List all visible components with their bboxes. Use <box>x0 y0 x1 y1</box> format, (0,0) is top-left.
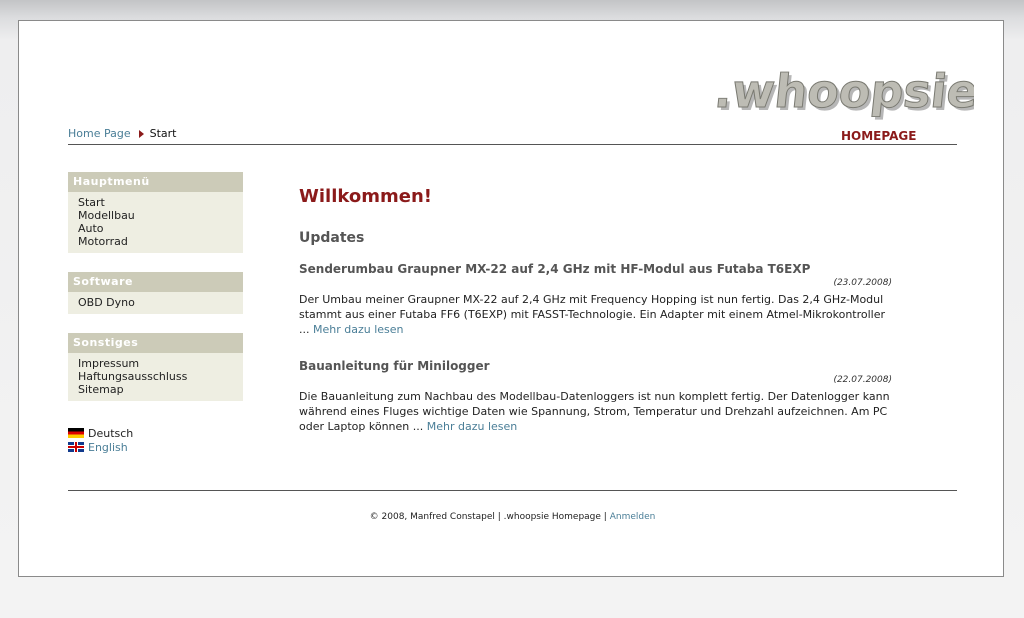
uk-flag-icon[interactable] <box>68 442 84 452</box>
breadcrumb-arrow-icon <box>138 129 144 138</box>
breadcrumb-current: Start <box>149 127 177 140</box>
misc-menu: Sonstiges Impressum Haftungsausschluss S… <box>68 333 243 401</box>
news-text: Die Bauanleitung zum Nachbau des Modellb… <box>299 389 892 434</box>
language-english-link[interactable]: English <box>88 441 128 454</box>
menu-item-modellbau[interactable]: Modellbau <box>78 209 243 222</box>
page-frame: .whoopsie .whoopsie HOMEPAGE Home Page S… <box>18 20 1004 577</box>
main-menu: Hauptmenü Start Modellbau Auto Motorrad <box>68 172 243 253</box>
menu-item-haftungsausschluss[interactable]: Haftungsausschluss <box>78 370 243 383</box>
software-menu: Software OBD Dyno <box>68 272 243 314</box>
news-body: Die Bauanleitung zum Nachbau des Modellb… <box>299 390 890 433</box>
logo-text-main: .whoopsie <box>714 64 974 118</box>
menu-item-sitemap[interactable]: Sitemap <box>78 383 243 396</box>
menu-item-auto[interactable]: Auto <box>78 222 243 235</box>
footer-divider <box>68 490 957 491</box>
read-more-link[interactable]: Mehr dazu lesen <box>427 420 518 433</box>
menu-item-start[interactable]: Start <box>78 196 243 209</box>
section-title: Updates <box>299 230 365 246</box>
login-link[interactable]: Anmelden <box>610 512 656 522</box>
site-logo[interactable]: .whoopsie .whoopsie HOMEPAGE <box>714 61 974 145</box>
main-menu-title: Hauptmenü <box>68 172 243 192</box>
news-item: Senderumbau Graupner MX-22 auf 2,4 GHz m… <box>299 262 892 337</box>
language-deutsch: Deutsch <box>68 426 133 440</box>
news-date: (23.07.2008) <box>833 278 892 288</box>
news-title: Bauanleitung für Minilogger <box>299 359 490 373</box>
language-english[interactable]: English <box>68 440 133 454</box>
logo-subtitle: HOMEPAGE <box>841 129 916 143</box>
german-flag-icon <box>68 428 84 438</box>
language-switcher: Deutsch English <box>68 426 133 454</box>
menu-item-motorrad[interactable]: Motorrad <box>78 235 243 248</box>
news-text: Der Umbau meiner Graupner MX-22 auf 2,4 … <box>299 292 892 337</box>
menu-item-obd-dyno[interactable]: OBD Dyno <box>78 296 243 309</box>
breadcrumb-home-link[interactable]: Home Page <box>68 127 131 140</box>
news-title: Senderumbau Graupner MX-22 auf 2,4 GHz m… <box>299 262 811 276</box>
read-more-link[interactable]: Mehr dazu lesen <box>313 323 404 336</box>
menu-item-impressum[interactable]: Impressum <box>78 357 243 370</box>
language-deutsch-label: Deutsch <box>88 426 134 440</box>
news-item: Bauanleitung für Minilogger (22.07.2008)… <box>299 359 892 434</box>
page-title: Willkommen! <box>299 186 432 207</box>
news-date: (22.07.2008) <box>833 375 892 385</box>
software-menu-title: Software <box>68 272 243 292</box>
misc-menu-title: Sonstiges <box>68 333 243 353</box>
footer: © 2008, Manfred Constapel | .whoopsie Ho… <box>68 512 957 522</box>
footer-text: © 2008, Manfred Constapel | .whoopsie Ho… <box>369 512 610 522</box>
header-divider <box>68 144 957 145</box>
breadcrumb: Home Page Start <box>68 127 177 140</box>
